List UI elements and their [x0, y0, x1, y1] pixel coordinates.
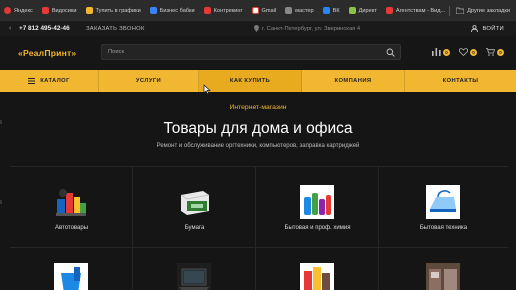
search-box [101, 44, 401, 60]
nav-catalog[interactable]: КАТАЛОГ [0, 70, 99, 92]
site-logo[interactable]: «РеалПринт» [18, 48, 76, 58]
bookmark-gmail[interactable]: Gmail [251, 7, 276, 14]
edge-marker [0, 200, 2, 204]
car-goods-icon [54, 185, 88, 219]
chemicals-icon [300, 185, 334, 219]
top-info-bar: ‹ +7 812 495-42-46 ЗАКАЗАТЬ ЗВОНОК г. Са… [0, 21, 516, 36]
bookmarks-bar: Яндекс Видосики Тупить в графики Бизнес … [0, 0, 516, 21]
category-card[interactable] [379, 248, 508, 290]
page-title: Товары для дома и офиса [163, 120, 353, 137]
category-card[interactable] [133, 248, 256, 290]
bookmark-master[interactable]: мастер [285, 7, 314, 14]
bookmark-direct[interactable]: Директ [348, 7, 377, 14]
search-input[interactable] [108, 45, 378, 59]
bookmark-vk[interactable]: ВК [322, 7, 340, 14]
folder-icon [456, 7, 465, 14]
header-actions: 0 0 0 [432, 48, 513, 56]
main-nav: КАТАЛОГ УСЛУГИ КАК КУПИТЬ КОМПАНИЯ КОНТА… [0, 70, 516, 92]
bookmark-charts[interactable]: Тупить в графики [85, 7, 141, 14]
nav-services[interactable]: УСЛУГИ [99, 70, 199, 92]
nav-company[interactable]: КОМПАНИЯ [302, 70, 405, 92]
category-card[interactable] [10, 248, 133, 290]
category-card[interactable]: Бытовая и проф. химия [256, 167, 379, 247]
direct-icon [348, 7, 356, 14]
bookmark-yandex[interactable]: Яндекс [4, 7, 33, 14]
phone-number[interactable]: +7 812 495-42-46 [19, 25, 70, 32]
search-icon[interactable] [386, 48, 395, 57]
arrow-left-icon[interactable]: ‹ [9, 25, 11, 32]
heart-icon [459, 48, 468, 56]
cart-icon [486, 48, 495, 56]
food-icon [300, 263, 334, 290]
site-header: «РеалПринт» 0 0 0 [0, 36, 516, 70]
login-link[interactable]: ВОЙТИ [471, 25, 504, 32]
category-label: Автотовары [54, 225, 89, 231]
compare-button[interactable]: 0 [432, 48, 450, 56]
bookmark-business[interactable]: Бизнес бабки [149, 7, 195, 14]
tracking-icon [203, 7, 211, 14]
vk-icon [322, 7, 330, 14]
compare-count: 0 [443, 48, 450, 56]
category-label: Бытовая техника [419, 225, 468, 231]
location-pin-icon [254, 25, 259, 32]
nav-contacts[interactable]: КОНТАКТЫ [405, 70, 516, 92]
youtube-icon [41, 7, 49, 14]
category-label: Бумага [184, 225, 205, 231]
callback-link[interactable]: ЗАКАЗАТЬ ЗВОНОК [86, 26, 145, 32]
bookmark-agencies[interactable]: Агентствам - Вид... [385, 7, 445, 14]
page-icon [285, 7, 293, 14]
cart-button[interactable]: 0 [486, 48, 504, 56]
burger-menu-icon [28, 78, 36, 84]
nav-how-to-buy[interactable]: КАК КУПИТЬ [199, 70, 302, 92]
category-card[interactable] [256, 248, 379, 290]
bookmark-tracking[interactable]: Контрекинг [203, 7, 243, 14]
category-grid: Автотовары Бумага Бытовая и проф. химия … [10, 166, 508, 290]
furniture-icon [426, 263, 460, 290]
bucket-icon [54, 263, 88, 290]
edge-marker [0, 120, 2, 124]
chart-icon [149, 7, 157, 14]
category-card[interactable]: Бумага [133, 167, 256, 247]
category-label: Бытовая и проф. химия [284, 225, 351, 231]
cart-count: 0 [497, 48, 504, 56]
bookmark-videos[interactable]: Видосики [41, 7, 77, 14]
hero-eyebrow: Интернет-магазин [229, 104, 287, 111]
compare-icon [432, 48, 441, 56]
folder-icon [85, 7, 93, 14]
mouse-cursor-icon [203, 84, 211, 94]
favorites-count: 0 [470, 48, 477, 56]
yandex-icon [4, 7, 11, 14]
category-card[interactable]: Бытовая техника [379, 167, 508, 247]
arrow-icon [385, 7, 393, 14]
address: г. Санкт-Петербург, ул. Зверинская 4 [254, 25, 360, 32]
laptop-icon [177, 263, 211, 290]
appliances-icon [426, 185, 460, 219]
category-card[interactable]: Автотовары [10, 167, 133, 247]
favorites-button[interactable]: 0 [459, 48, 477, 56]
user-icon [471, 25, 479, 32]
bookmark-divider [449, 5, 451, 16]
other-bookmarks[interactable]: Другие закладки [443, 0, 510, 21]
gmail-icon [251, 7, 259, 14]
paper-icon [177, 185, 211, 219]
page-subtitle: Ремонт и обслуживание оргтехники, компью… [156, 143, 360, 149]
